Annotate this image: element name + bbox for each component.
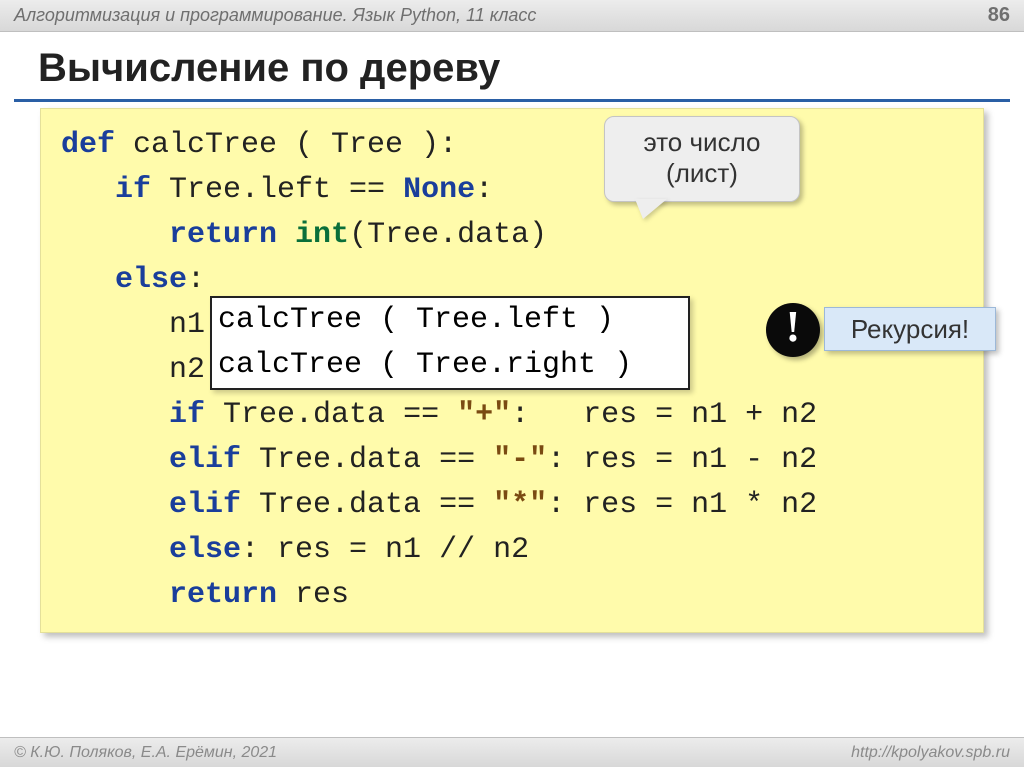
callout-recursion: Рекурсия! bbox=[824, 307, 996, 351]
page-title: Вычисление по дереву bbox=[0, 32, 1024, 99]
title-divider bbox=[14, 99, 1010, 102]
highlight-line-2: calcTree ( Tree.right ) bbox=[218, 343, 682, 388]
header-title: Алгоритмизация и программирование. Язык … bbox=[14, 5, 536, 26]
code-line-1: def calcTree ( Tree ): bbox=[61, 123, 963, 168]
footer-url: http://kpolyakov.spb.ru bbox=[851, 744, 1010, 762]
callout-leaf-line1: это число bbox=[611, 127, 793, 158]
code-line-8: elif Tree.data == "-": res = n1 - n2 bbox=[61, 438, 963, 483]
callout-leaf-line2: (лист) bbox=[611, 158, 793, 189]
footer-copyright: © К.Ю. Поляков, Е.А. Ерёмин, 2021 bbox=[14, 744, 277, 762]
code-line-11: return res bbox=[61, 573, 963, 618]
page-number: 86 bbox=[988, 4, 1010, 27]
highlight-box: calcTree ( Tree.left ) calcTree ( Tree.r… bbox=[210, 296, 690, 390]
footer-bar: © К.Ю. Поляков, Е.А. Ерёмин, 2021 http:/… bbox=[0, 737, 1024, 767]
code-line-3: return int(Tree.data) bbox=[61, 213, 963, 258]
code-line-9: elif Tree.data == "*": res = n1 * n2 bbox=[61, 483, 963, 528]
code-line-2: if Tree.left == None: bbox=[61, 168, 963, 213]
header-bar: Алгоритмизация и программирование. Язык … bbox=[0, 0, 1024, 32]
code-line-10: else: res = n1 // n2 bbox=[61, 528, 963, 573]
highlight-line-1: calcTree ( Tree.left ) bbox=[218, 298, 682, 343]
code-line-7: if Tree.data == "+": res = n1 + n2 bbox=[61, 393, 963, 438]
callout-leaf: это число (лист) bbox=[604, 116, 800, 202]
exclamation-icon: ! bbox=[766, 303, 820, 357]
slide: Алгоритмизация и программирование. Язык … bbox=[0, 0, 1024, 767]
